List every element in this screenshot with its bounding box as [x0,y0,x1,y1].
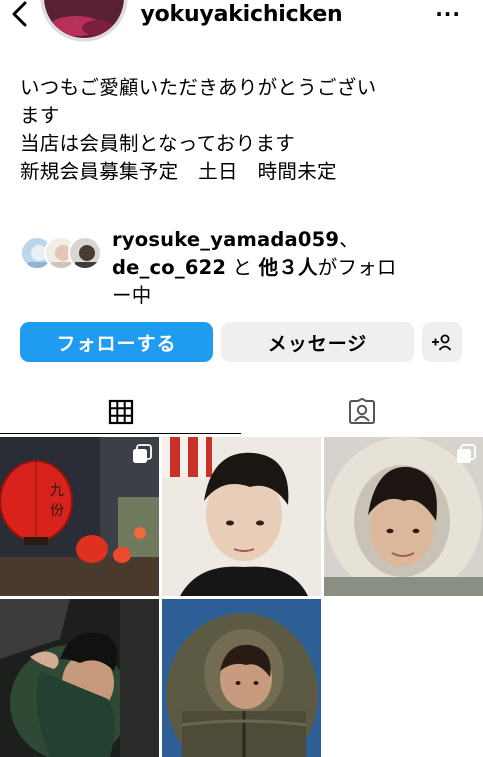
others-count[interactable]: 他３人 [259,256,318,279]
svg-text:份: 份 [50,503,64,519]
follower-username[interactable]: ryosuke_yamada059 [112,228,339,251]
ellipsis-icon: ··· [435,2,461,26]
bio-line: 当店は会員制となっております [20,132,296,155]
more-options-button[interactable]: ··· [435,2,461,26]
post-thumbnail[interactable] [324,437,483,596]
follower-avatar [68,236,102,270]
post-thumbnail[interactable]: 九 份 [0,437,159,596]
posts-grid: 九 份 [0,437,483,757]
profile-tabs [0,390,483,434]
bio-line: いつもご愛顧いただきありがとうござい [20,76,377,99]
svg-text:九: 九 [50,483,64,499]
post-thumbnail[interactable] [162,437,321,596]
follow-button[interactable]: フォローする [20,322,213,362]
post-thumbnail[interactable] [162,599,321,757]
followed-by-suffix: がフォロ [317,256,397,279]
follower-username[interactable]: de_co_622 [112,256,226,279]
tab-posts-grid[interactable] [0,390,241,434]
grid-icon [108,399,133,424]
bio-line: 新規会員募集予定 土日 時間未定 [20,160,337,183]
followed-by-suffix: ー中 [112,284,152,307]
followed-by-section[interactable]: ryosuke_yamada059、 de_co_622 と 他３人がフォロ ー… [20,226,470,307]
add-person-icon [432,334,452,351]
follower-avatars [20,236,110,272]
message-button[interactable]: メッセージ [221,322,414,362]
multiple-photos-icon [133,444,152,463]
profile-bio: いつもご愛顧いただきありがとうござい ます 当店は会員制となっております 新規会… [20,74,470,186]
profile-avatar[interactable] [36,0,132,50]
multiple-photos-icon [457,444,476,463]
conjunction: と [226,256,259,279]
tagged-person-icon [348,398,375,424]
bio-line: ます [20,104,60,127]
post-thumbnail[interactable] [0,599,159,757]
followed-by-text: ryosuke_yamada059、 de_co_622 と 他３人がフォロ ー… [112,226,452,310]
separator: 、 [339,228,359,251]
tab-tagged[interactable] [241,390,482,434]
suggest-users-button[interactable] [422,322,462,362]
